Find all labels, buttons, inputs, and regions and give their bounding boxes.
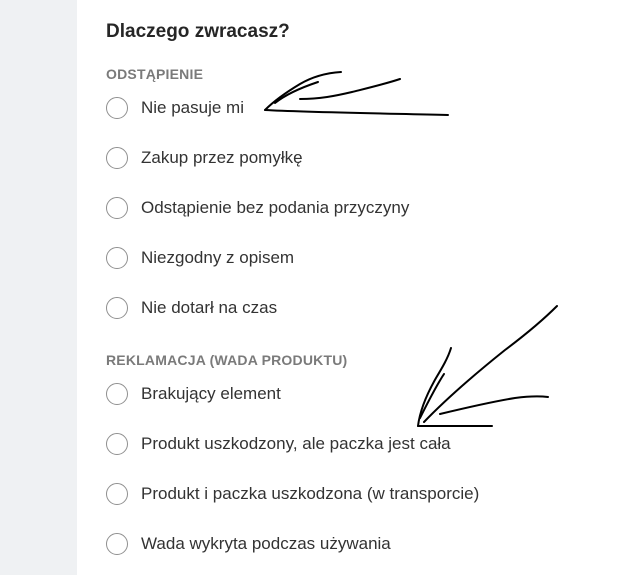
radio-button[interactable]	[106, 97, 128, 119]
option-label: Odstąpienie bez podania przyczyny	[141, 198, 410, 217]
option-label: Niezgodny z opisem	[141, 248, 295, 267]
option-not-as-described[interactable]: Niezgodny z opisem	[106, 245, 294, 271]
option-label: Nie pasuje mi	[141, 98, 244, 117]
option-missing-element[interactable]: Brakujący element	[106, 381, 281, 407]
option-purchased-by-mistake[interactable]: Zakup przez pomyłkę	[106, 145, 303, 171]
option-label: Produkt uszkodzony, ale paczka jest cała	[141, 434, 451, 453]
option-defect-found-during-use[interactable]: Wada wykryta podczas używania	[106, 531, 391, 557]
section-heading-complaint: REKLAMACJA (WADA PRODUKTU)	[106, 352, 348, 368]
radio-button[interactable]	[106, 147, 128, 169]
left-sidebar-strip	[0, 0, 77, 575]
option-product-damaged-package-intact[interactable]: Produkt uszkodzony, ale paczka jest cała	[106, 431, 451, 457]
radio-button[interactable]	[106, 383, 128, 405]
option-label: Wada wykryta podczas używania	[141, 534, 391, 553]
option-does-not-fit[interactable]: Nie pasuje mi	[106, 95, 244, 121]
radio-button[interactable]	[106, 297, 128, 319]
return-reason-question: Dlaczego zwracasz?	[106, 21, 290, 42]
radio-button[interactable]	[106, 197, 128, 219]
option-withdrawal-no-reason[interactable]: Odstąpienie bez podania przyczyny	[106, 195, 409, 221]
option-product-and-package-damaged[interactable]: Produkt i paczka uszkodzona (w transporc…	[106, 481, 479, 507]
option-label: Nie dotarł na czas	[141, 298, 278, 317]
option-label: Zakup przez pomyłkę	[141, 148, 303, 167]
radio-button[interactable]	[106, 433, 128, 455]
radio-button[interactable]	[106, 533, 128, 555]
option-label: Brakujący element	[141, 384, 281, 403]
radio-button[interactable]	[106, 483, 128, 505]
option-not-delivered-on-time[interactable]: Nie dotarł na czas	[106, 295, 277, 321]
section-heading-withdrawal: ODSTĄPIENIE	[106, 66, 204, 82]
option-label: Produkt i paczka uszkodzona (w transporc…	[141, 484, 480, 503]
radio-button[interactable]	[106, 247, 128, 269]
